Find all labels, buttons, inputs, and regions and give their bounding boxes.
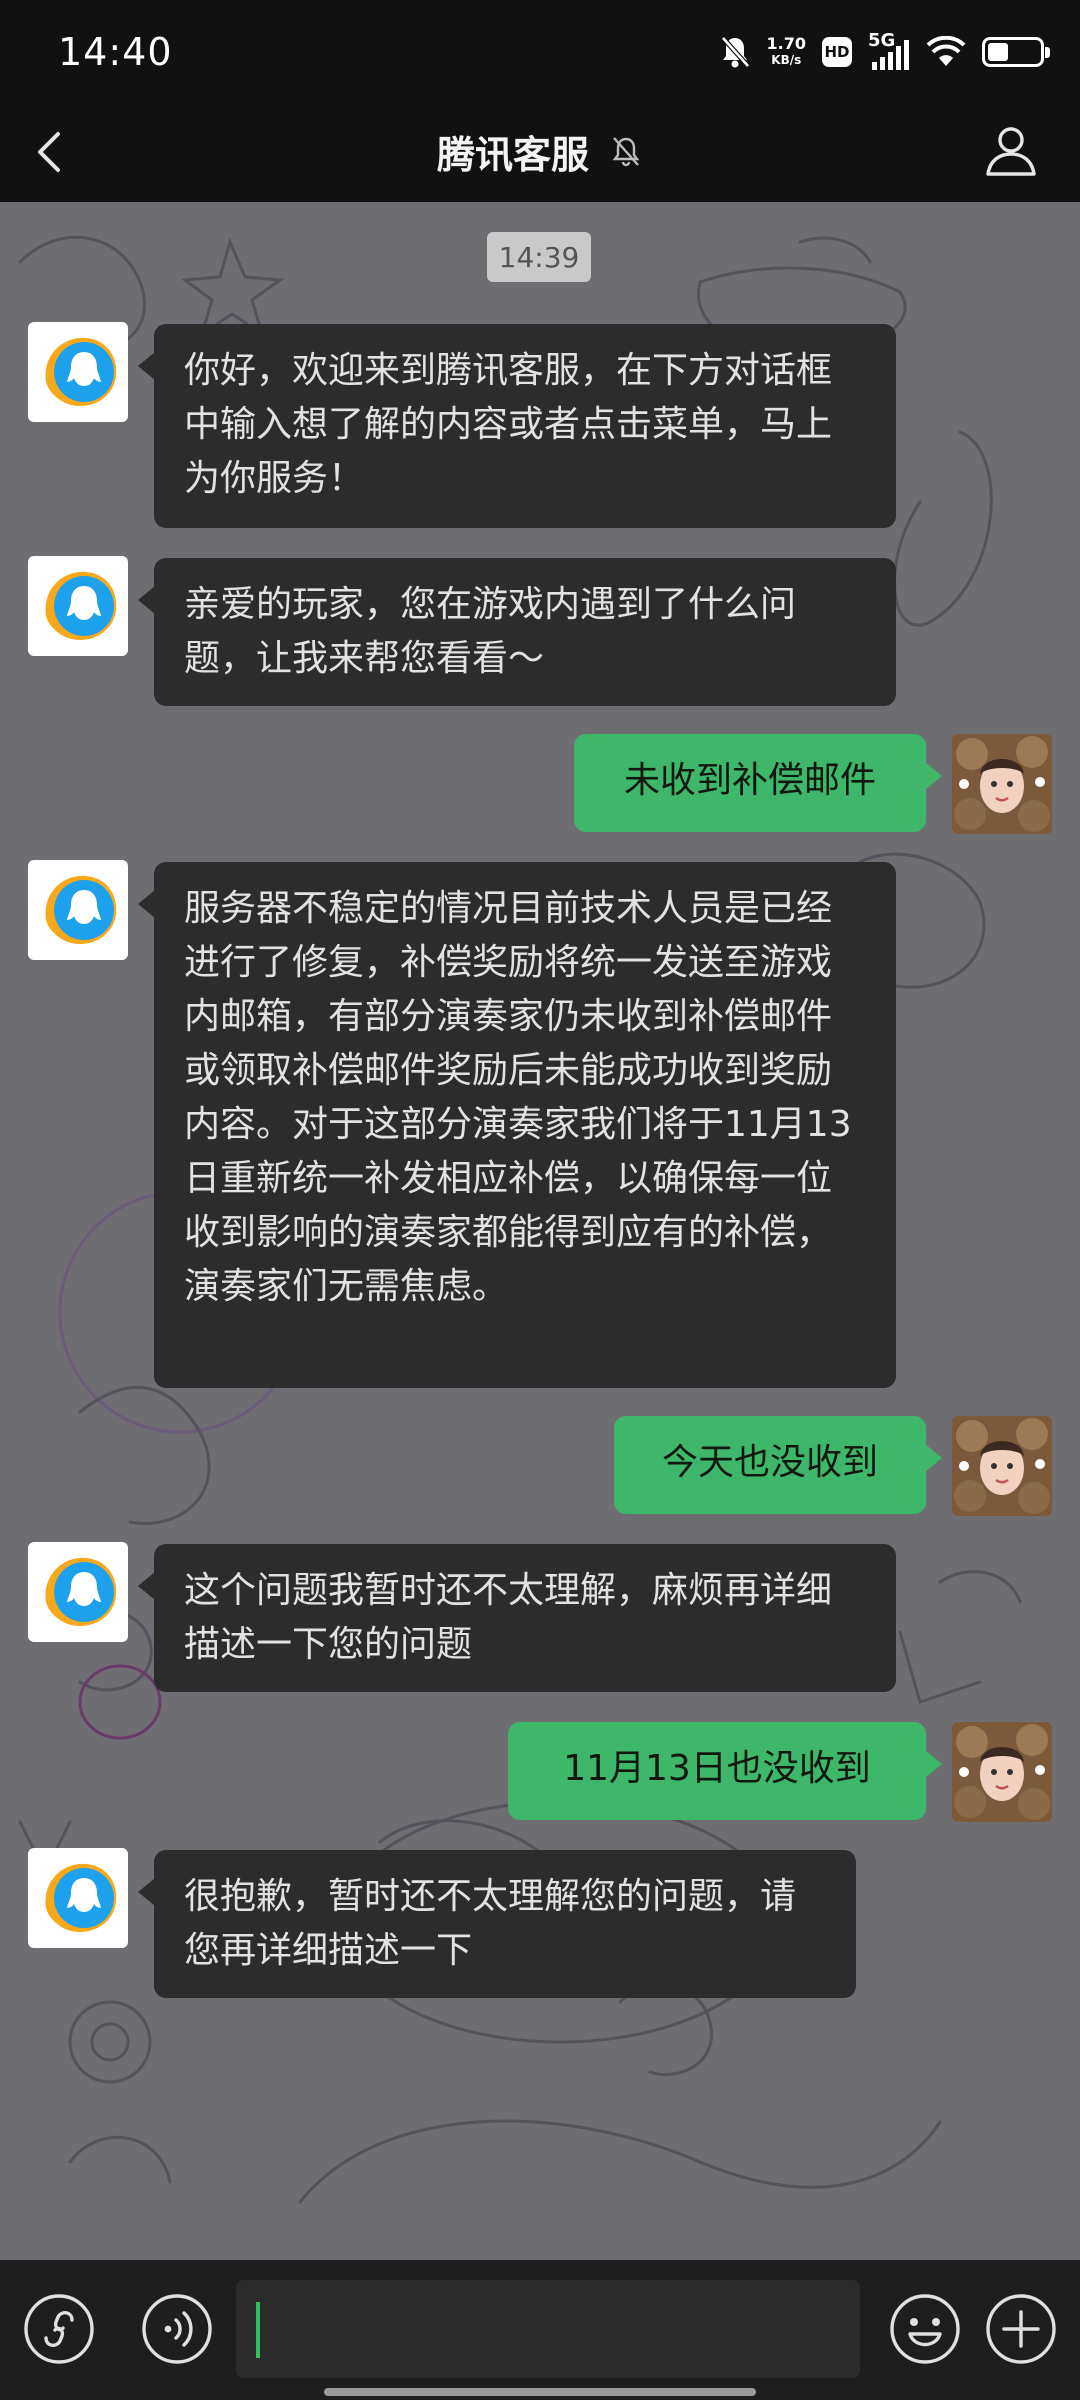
message-input[interactable] — [236, 2280, 860, 2378]
qq-service-logo-icon — [45, 1863, 117, 1932]
home-indicator[interactable] — [324, 2388, 756, 2396]
service-avatar[interactable] — [28, 860, 128, 960]
user-photo-icon — [952, 1722, 1052, 1822]
person-icon[interactable] — [978, 118, 1044, 184]
battery-icon — [982, 37, 1050, 67]
message-bubble-incoming[interactable]: 你好，欢迎来到腾讯客服，在下方对话框中输入想了解的内容或者点击菜单，马上为你服务… — [138, 324, 896, 528]
user-photo-icon — [952, 1416, 1052, 1516]
network-speed-unit: KB/s — [771, 53, 802, 67]
service-avatar[interactable] — [28, 1848, 128, 1948]
user-avatar[interactable] — [952, 1416, 1052, 1516]
input-bar — [0, 2260, 1080, 2400]
user-avatar[interactable] — [952, 734, 1052, 834]
message-bubble-incoming[interactable]: 很抱歉，暂时还不太理解您的问题，请您再详细描述一下 — [138, 1850, 856, 1998]
network-speed-value: 1.70 — [766, 34, 806, 53]
message-timestamp: 14:39 — [487, 232, 591, 282]
network-speed: 1.70 KB/s — [767, 35, 806, 69]
qq-service-logo-icon — [45, 571, 117, 640]
user-photo-icon — [952, 734, 1052, 834]
voice-icon[interactable] — [140, 2292, 214, 2366]
status-icons: 1.70 KB/s HD 5G — [719, 30, 1050, 74]
signal-5g-icon: 5G — [868, 30, 910, 72]
qq-service-logo-icon — [45, 1557, 117, 1626]
emoji-icon[interactable] — [888, 2292, 962, 2366]
message-bubble-outgoing[interactable]: 未收到补偿邮件 — [574, 734, 942, 832]
chat-header: 腾讯客服 — [0, 100, 1080, 202]
plus-icon[interactable] — [984, 2292, 1058, 2366]
hd-voice-badge: HD — [822, 37, 852, 67]
service-avatar[interactable] — [28, 1542, 128, 1642]
message-bubble-incoming[interactable]: 这个问题我暂时还不太理解，麻烦再详细描述一下您的问题 — [138, 1544, 896, 1692]
title-wrap: 腾讯客服 — [0, 118, 1080, 184]
bell-muted-icon — [720, 36, 750, 68]
service-avatar[interactable] — [28, 322, 128, 422]
mini-program-icon[interactable] — [22, 2292, 96, 2366]
chat-title: 腾讯客服 — [436, 132, 589, 177]
message-bubble-incoming[interactable]: 亲爱的玩家，您在游戏内遇到了什么问题，让我来帮您看看～ — [138, 558, 896, 706]
service-avatar[interactable] — [28, 556, 128, 656]
text-cursor — [256, 2302, 260, 2358]
status-time: 14:40 — [58, 30, 173, 74]
status-bar: 14:40 1.70 KB/s HD 5G — [0, 0, 1080, 100]
user-avatar[interactable] — [952, 1722, 1052, 1822]
wifi-icon — [926, 36, 966, 66]
message-bubble-outgoing[interactable]: 11月13日也没收到 — [508, 1722, 942, 1820]
qq-service-logo-icon — [45, 337, 117, 406]
message-bubble-outgoing[interactable]: 今天也没收到 — [614, 1416, 942, 1514]
message-bubble-incoming[interactable]: 服务器不稳定的情况目前技术人员是已经进行了修复，补偿奖励将统一发送至游戏内邮箱，… — [138, 862, 896, 1388]
qq-service-logo-icon — [45, 875, 117, 944]
mute-notification-icon — [612, 137, 640, 167]
chat-area[interactable]: 14:39 你好，欢迎来到腾讯客服，在下方对话框中输入想了解的内容或者点击菜单，… — [0, 202, 1080, 2260]
